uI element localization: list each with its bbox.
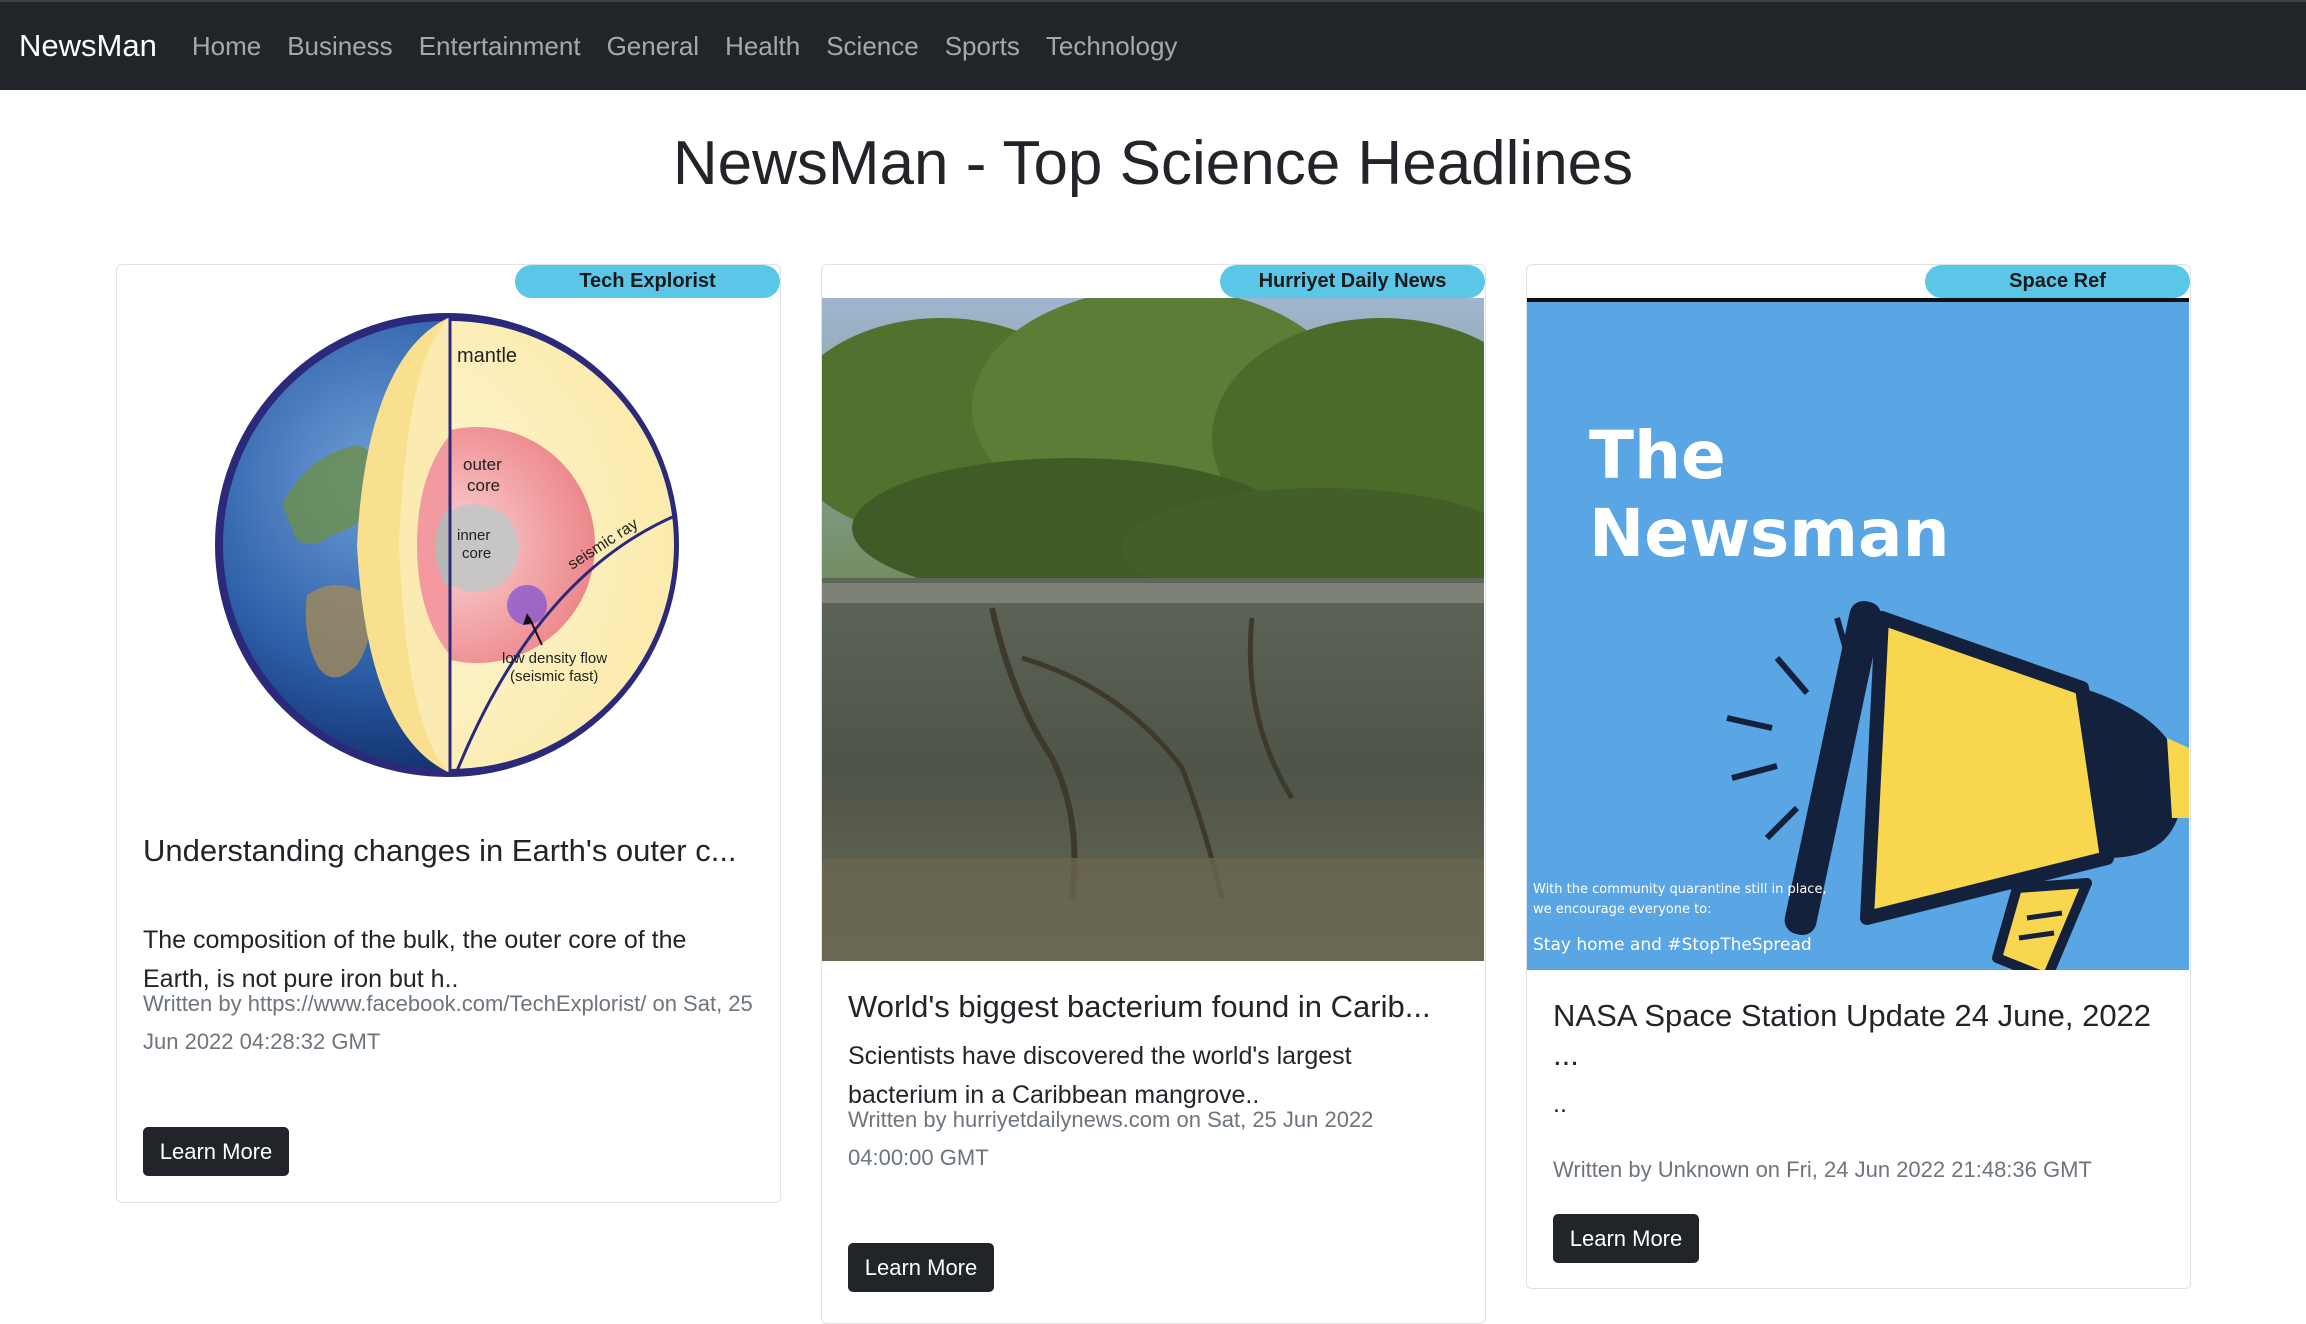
card-title[interactable]: Understanding changes in Earth's outer c… <box>143 831 758 870</box>
source-badge: Hurriyet Daily News <box>1220 265 1485 298</box>
card-meta: Written by Unknown on Fri, 24 Jun 2022 2… <box>1553 1157 2092 1182</box>
newsman-poster-image: The Newsman With the community quarantin… <box>1527 298 2189 970</box>
page-title: NewsMan - Top Science Headlines <box>672 129 1634 198</box>
nav-link-science[interactable]: Science <box>813 31 932 62</box>
nav-link-sports[interactable]: Sports <box>932 31 1033 62</box>
card-title[interactable]: World's biggest bacterium found in Carib… <box>848 987 1468 1026</box>
nav-link-business[interactable]: Business <box>274 31 406 62</box>
source-badge: Tech Explorist <box>515 265 780 298</box>
brand-link[interactable]: NewsMan <box>19 28 157 64</box>
card-description: .. <box>1553 1090 1567 1118</box>
nav-link-technology[interactable]: Technology <box>1033 31 1191 62</box>
card-meta: Written by https://www.facebook.com/Tech… <box>143 991 753 1054</box>
svg-text:core: core <box>467 476 500 495</box>
nav-link-entertainment[interactable]: Entertainment <box>406 31 594 62</box>
mangrove-photo-image <box>822 298 1484 961</box>
learn-more-button[interactable]: Learn More <box>143 1127 289 1176</box>
svg-text:core: core <box>462 545 491 562</box>
nav-link-health[interactable]: Health <box>712 31 813 62</box>
learn-more-button[interactable]: Learn More <box>1553 1214 1699 1263</box>
svg-text:Stay home and #StopTheSpread: Stay home and #StopTheSpread <box>1533 935 1812 955</box>
svg-text:Newsman: Newsman <box>1589 495 1950 572</box>
news-card-1: Tech Explorist mantle outer core inner c… <box>116 264 781 1203</box>
news-card-3: Space Ref The Newsman With the community… <box>1526 264 2191 1289</box>
svg-text:(seismic fast): (seismic fast) <box>510 668 598 685</box>
navbar: NewsMan Home Business Entertainment Gene… <box>0 0 2306 90</box>
source-badge: Space Ref <box>1925 265 2190 298</box>
nav-link-home[interactable]: Home <box>179 31 274 62</box>
svg-text:inner: inner <box>457 527 490 544</box>
earth-cross-section-image: mantle outer core inner core seismic ray… <box>117 295 779 785</box>
svg-text:we encourage everyone to:: we encourage everyone to: <box>1533 902 1712 917</box>
card-meta: Written by hurriyetdailynews.com on Sat,… <box>848 1107 1374 1170</box>
svg-text:mantle: mantle <box>457 345 517 367</box>
nav-link-general[interactable]: General <box>594 31 713 62</box>
svg-text:outer: outer <box>463 455 502 474</box>
card-title[interactable]: NASA Space Station Update 24 June, 2022 … <box>1553 996 2153 1074</box>
learn-more-button[interactable]: Learn More <box>848 1243 994 1292</box>
svg-text:low density flow: low density flow <box>502 650 607 667</box>
svg-text:The: The <box>1589 417 1726 494</box>
svg-text:With the community quarantine: With the community quarantine still in p… <box>1533 882 1827 897</box>
news-card-2: Hurriyet Daily News World's biggest bact… <box>821 264 1486 1324</box>
